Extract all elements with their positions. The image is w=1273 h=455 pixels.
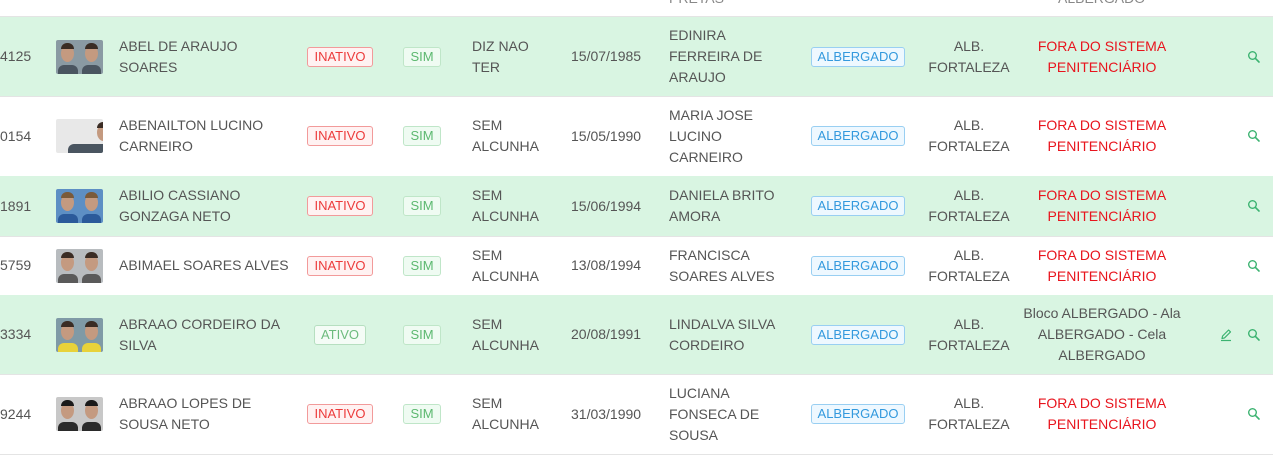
inmate-name: ABILIO CASSIANO GONZAGA NETO bbox=[119, 187, 241, 224]
location-text: FORA DO SISTEMA PENITENCIÁRIO bbox=[1037, 246, 1167, 284]
location-text: FORA DO SISTEMA PENITENCIÁRIO bbox=[1037, 37, 1167, 75]
inmate-id: 4125 bbox=[0, 48, 32, 64]
mother-name: FRANCISCA SOARES ALVES bbox=[669, 246, 775, 284]
table-row[interactable]: 1891 ABILIO CASSIANO GONZAGA NETO INATIV… bbox=[0, 176, 1273, 237]
table-row[interactable]: 0154 ABENAILTON LUCINO CARNEIRO INATIVO … bbox=[0, 96, 1273, 177]
table-row[interactable]: 9244 ABRAAO LOPES DE SOUSA NETO INATIVO … bbox=[0, 374, 1273, 455]
search-icon[interactable] bbox=[1247, 199, 1261, 213]
inmate-photo[interactable] bbox=[56, 39, 103, 74]
inmate-photo[interactable] bbox=[56, 317, 103, 352]
inmate-name: ABEL DE ARAUJO SOARES bbox=[119, 37, 238, 75]
previous-row-mother-text: PRETAS bbox=[669, 0, 724, 9]
inmate-id: 5759 bbox=[0, 257, 32, 273]
unit-name: ALB. FORTALEZA bbox=[928, 117, 1010, 154]
search-icon[interactable] bbox=[1247, 259, 1261, 273]
birth-date: 31/03/1990 bbox=[571, 405, 642, 422]
birth-date: 13/08/1994 bbox=[571, 257, 642, 273]
inmate-name: ABRAAO LOPES DE SOUSA NETO bbox=[119, 395, 252, 432]
flag-badge: SIM bbox=[403, 126, 441, 146]
regime-badge: ALBERGADO bbox=[810, 255, 906, 276]
table-row[interactable]: 5759 ABIMAEL SOARES ALVES INATIVO SIM SE… bbox=[0, 236, 1273, 296]
mother-name: DANIELA BRITO AMORA bbox=[669, 187, 775, 224]
inmate-photo[interactable] bbox=[56, 119, 103, 153]
inmate-id: 0154 bbox=[0, 127, 32, 144]
regime-badge: ALBERGADO bbox=[810, 126, 906, 146]
birth-date: 15/06/1994 bbox=[571, 197, 642, 214]
unit-name: ALB. FORTALEZA bbox=[928, 395, 1010, 432]
inmate-alias: DIZ NAO TER bbox=[472, 37, 529, 75]
status-badge: INATIVO bbox=[307, 255, 373, 276]
pencil-icon[interactable] bbox=[1219, 328, 1233, 342]
birth-date: 15/07/1985 bbox=[571, 48, 642, 64]
unit-name: ALB. FORTALEZA bbox=[928, 315, 1010, 353]
inmate-photo-cell[interactable] bbox=[56, 295, 103, 374]
inmate-photo-cell[interactable] bbox=[56, 17, 103, 96]
inmate-photo-cell[interactable] bbox=[56, 236, 103, 295]
regime-badge: ALBERGADO bbox=[810, 196, 906, 216]
regime-badge: ALBERGADO bbox=[810, 324, 906, 345]
inmate-alias: SEM ALCUNHA bbox=[472, 395, 539, 432]
regime-badge: ALBERGADO bbox=[810, 46, 906, 67]
inmate-alias: SEM ALCUNHA bbox=[472, 117, 539, 154]
inmate-alias: SEM ALCUNHA bbox=[472, 315, 539, 353]
search-icon[interactable] bbox=[1247, 407, 1261, 421]
unit-name: ALB. FORTALEZA bbox=[928, 187, 1010, 224]
mother-name: LUCIANA FONSECA DE SOUSA bbox=[669, 384, 760, 443]
location-text: FORA DO SISTEMA PENITENCIÁRIO bbox=[1037, 117, 1167, 154]
unit-name: ALB. FORTALEZA bbox=[928, 246, 1010, 284]
inmate-id: 1891 bbox=[0, 197, 32, 214]
status-badge: INATIVO bbox=[307, 126, 373, 146]
inmate-id: 3334 bbox=[0, 326, 32, 342]
inmate-id: 9244 bbox=[0, 405, 32, 422]
regime-badge: ALBERGADO bbox=[810, 404, 906, 424]
status-badge: INATIVO bbox=[307, 404, 373, 424]
flag-badge: SIM bbox=[403, 404, 441, 424]
table-row[interactable]: 3334 ABRAAO CORDEIRO DA SILVA ATIVO SIM … bbox=[0, 295, 1273, 375]
mother-name: MARIA JOSE LUCINO CARNEIRO bbox=[669, 106, 754, 165]
flag-badge: SIM bbox=[403, 255, 441, 276]
mother-name: EDINIRA FERREIRA DE ARAUJO bbox=[669, 27, 763, 85]
inmate-photo[interactable] bbox=[56, 248, 103, 283]
search-icon[interactable] bbox=[1247, 328, 1261, 342]
previous-row-location-text: ALBERGADO bbox=[1058, 0, 1145, 9]
inmate-alias: SEM ALCUNHA bbox=[472, 246, 539, 284]
birth-date: 15/05/1990 bbox=[571, 127, 642, 144]
inmate-name: ABIMAEL SOARES ALVES bbox=[119, 257, 289, 273]
inmate-photo[interactable] bbox=[56, 189, 103, 223]
flag-badge: SIM bbox=[403, 324, 441, 345]
inmate-photo-cell[interactable] bbox=[56, 176, 103, 236]
inmate-photo-cell[interactable] bbox=[56, 96, 103, 176]
mother-name: LINDALVA SILVA CORDEIRO bbox=[669, 315, 775, 353]
table-row[interactable]: 4125 ABEL DE ARAUJO SOARES INATIVO SIM D… bbox=[0, 17, 1273, 97]
search-icon[interactable] bbox=[1247, 129, 1261, 143]
previous-row-fragment: PRETAS ALBERGADO bbox=[0, 0, 1273, 17]
inmate-photo-cell[interactable] bbox=[56, 374, 103, 454]
flag-badge: SIM bbox=[403, 196, 441, 216]
status-badge: ATIVO bbox=[313, 324, 367, 345]
status-badge: INATIVO bbox=[307, 196, 373, 216]
location-text: FORA DO SISTEMA PENITENCIÁRIO bbox=[1037, 395, 1167, 432]
location-text: Bloco ALBERGADO - Ala ALBERGADO - Cela A… bbox=[1023, 305, 1181, 363]
unit-name: ALB. FORTALEZA bbox=[928, 37, 1010, 75]
inmate-alias: SEM ALCUNHA bbox=[472, 187, 539, 224]
location-text: FORA DO SISTEMA PENITENCIÁRIO bbox=[1037, 187, 1167, 224]
status-badge: INATIVO bbox=[307, 46, 373, 67]
inmate-name: ABENAILTON LUCINO CARNEIRO bbox=[119, 117, 264, 154]
inmate-photo[interactable] bbox=[56, 397, 103, 431]
inmate-name: ABRAAO CORDEIRO DA SILVA bbox=[119, 315, 280, 353]
flag-badge: SIM bbox=[403, 46, 441, 67]
search-icon[interactable] bbox=[1247, 50, 1261, 64]
birth-date: 20/08/1991 bbox=[571, 326, 642, 342]
